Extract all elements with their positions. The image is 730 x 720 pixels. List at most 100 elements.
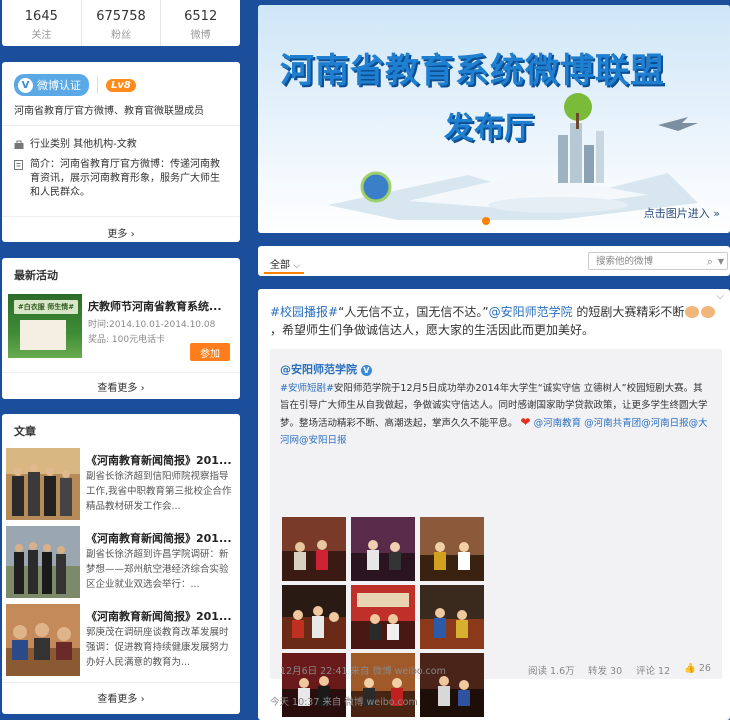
stat-posts-label: 微博 [190,30,211,41]
banner-title: 河南省教育系统微博联盟 [280,51,665,91]
divider [2,372,240,373]
article-summary: 副省长徐济超到许昌学院调研：新梦想——郑州航空港经济综合实验区企业就业双选会举行… [86,549,229,590]
tab-all-label: 全部 [270,260,290,271]
stat-following-label: 关注 [31,30,52,41]
photo-grid [282,517,492,717]
stat-posts[interactable]: 6512 微博 [161,0,240,46]
article-title: 《河南教育新闻简报》201... [86,454,232,467]
photo-thumbnail[interactable] [351,517,415,581]
comment-count[interactable]: 评论 12 [636,663,670,677]
repost-hashtag[interactable]: #安师短剧# [280,383,334,394]
emoji-icon [701,306,716,318]
intro-row: 简介：河南省教育厅官方微博：传递河南教育资讯，展示河南教育形象，服务广大师生和人… [2,152,240,200]
verified-badge[interactable]: V 微博认证 [14,74,89,96]
photo-thumbnail[interactable] [351,585,415,649]
activity-image-board [20,320,66,350]
article-title: 《河南教育新闻简报》201... [86,532,232,545]
activity-image-caption: #白衣服 师生情# [14,300,78,314]
join-button[interactable]: 参加 [190,343,230,361]
post-text: #校园播报#“人无信不立，国无信不达。”@安阳师范学院 的短剧大赛精彩不断 ，希望… [270,303,724,339]
latest-activity-card: 最新活动 #白衣服 师生情# 庆教师节河南省教育系统... 时间:2014.10… [2,258,240,399]
feed-header: 全部 ⌵ 搜索他的微博 ⌕ ▼ [258,246,730,276]
activity-prize: 奖品: 100元电话卡 [88,335,166,345]
divider [2,682,240,683]
photo-thumbnail[interactable] [420,517,484,581]
repost-box: @安阳师范学院 V #安师短剧#安阳师范学院于12月5日成功举办2014年大学生… [270,349,722,717]
banner-enter-link[interactable]: 点击图片进入 » [644,205,720,221]
comment-count-label: 评论 12 [636,666,671,677]
article-summary: 副省长徐济超到信阳师院视察指导工作,我省中职教育第三批校企合作精品教材研发工作会… [86,471,232,512]
search-placeholder: 搜索他的微博 [596,256,654,267]
heart-icon: ❤ [520,415,531,429]
article-summary: 郭庚茂在调研座谈教育改革发展时强调：促进教育持续健康发展努力办好人民满意的教育为… [86,627,229,668]
tab-active-indicator [264,272,304,274]
divider [97,76,98,94]
verified-icon: V [360,365,372,376]
divider [2,216,240,217]
activity-more-link[interactable]: 查看更多 › [2,379,240,394]
article-item[interactable]: 《河南教育新闻简报》201... 郭庚茂在调研座谈教育改革发展时强调：促进教育持… [6,604,236,678]
carousel-dot-active[interactable] [482,217,490,225]
article-item[interactable]: 《河南教育新闻简报》201... 副省长徐济超到信阳师院视察指导工作,我省中职教… [6,448,236,522]
post-quote: “人无信不立，国无信不达。” [338,305,489,319]
activity-heading: 最新活动 [14,269,58,282]
like-count: 26 [698,663,711,674]
article-title: 《河南教育新闻简报》201... [86,610,232,623]
post-text-end: ，希望师生们争做诚信达人，愿大家的生活因此而更加美好。 [270,323,595,337]
stat-followers[interactable]: 675758 粉丝 [82,0,162,46]
category-text: 行业类别 其他机构-文教 [30,139,137,150]
repost-timestamp[interactable]: 12月6日 22:41 来自 微博 weibo.com [280,663,446,677]
stat-posts-count: 6512 [184,9,218,24]
activity-title[interactable]: 庆教师节河南省教育系统... [88,298,222,314]
photo-thumbnail[interactable] [282,517,346,581]
intro-text: 简介：河南省教育厅官方微博：传递河南教育资讯，展示河南教育形象，服务广大师生和人… [30,159,220,198]
post-hashtag[interactable]: #校园播报# [270,305,338,319]
photo-thumbnail[interactable] [282,585,346,649]
reads-count: 阅读 1.6万 [528,666,575,677]
profile-stats: 1645 关注 675758 粉丝 6512 微博 [2,0,240,46]
post-mention[interactable]: @安阳师范学院 [489,305,573,319]
emoji-icon [685,306,700,318]
post-text-part: 的短剧大赛精彩不断 [572,305,685,319]
repost-count[interactable]: 转发 30 [588,663,622,677]
article-thumbnail [6,604,80,676]
repost-author[interactable]: @安阳师范学院 V [280,361,372,377]
activity-time: 时间:2014.10.01-2014.10.08 [88,320,216,330]
chevron-down-icon: ⌵ [293,261,301,271]
articles-card: 文章 《河南教育新闻简报》201... 副省长徐济超到信阳师院视察指导工作,我省… [2,414,240,714]
stat-followers-label: 粉丝 [111,30,131,41]
banner-subtitle: 发布厅 [444,111,534,146]
articles-heading: 文章 [14,425,36,438]
briefcase-icon [14,140,24,149]
verified-icon: V [18,77,33,93]
like-button[interactable]: 👍 26 [684,663,711,674]
stat-following[interactable]: 1645 关注 [2,0,82,46]
stat-followers-count: 675758 [96,9,146,24]
verified-badge-label: 微博认证 [37,79,81,92]
banner[interactable]: 河南省教育系统微博联盟 发布厅 点击图片进入 » [258,5,730,233]
photo-thumbnail[interactable] [420,585,484,649]
article-thumbnail [6,526,80,598]
thumbs-up-icon: 👍 [684,663,696,674]
search-input[interactable]: 搜索他的微博 ⌕ ▼ [588,252,728,270]
activity-image[interactable]: #白衣服 师生情# [8,294,82,358]
repost-author-name: @安阳师范学院 [280,363,357,376]
category-row: 行业类别 其他机构-文教 [2,126,240,152]
weibo-post: ⌵ #校园播报#“人无信不立，国无信不达。”@安阳师范学院 的短剧大赛精彩不断，… [258,289,730,720]
repost-count-label: 转发 30 [588,666,623,677]
chevron-down-icon[interactable]: ▼ [718,253,724,270]
post-menu-chevron-icon[interactable]: ⌵ [716,291,724,302]
repost-text: #安师短剧#安阳师范学院于12月5日成功举办2014年大学生“诚实守信 立德树人… [280,380,712,449]
profile-description: 河南省教育厅官方微博、教育官微联盟成员 [14,106,204,117]
stat-following-count: 1645 [24,9,58,24]
articles-more-link[interactable]: 查看更多 › [2,690,240,705]
profile-info-card: V 微博认证 Lv8 河南省教育厅官方微博、教育官微联盟成员 行业类别 其他机构… [2,62,240,242]
search-icon[interactable]: ⌕ [707,253,713,270]
level-badge[interactable]: Lv8 [106,78,136,92]
article-item[interactable]: 《河南教育新闻简报》201... 副省长徐济超到许昌学院调研：新梦想——郑州航空… [6,526,236,600]
profile-more-link[interactable]: 更多 › [2,225,240,240]
pencil-icon [14,160,23,170]
article-thumbnail [6,448,80,520]
tab-all[interactable]: 全部 ⌵ [270,256,300,271]
post-timestamp[interactable]: 今天 10:37 来自 微博 weibo.com [270,694,418,708]
